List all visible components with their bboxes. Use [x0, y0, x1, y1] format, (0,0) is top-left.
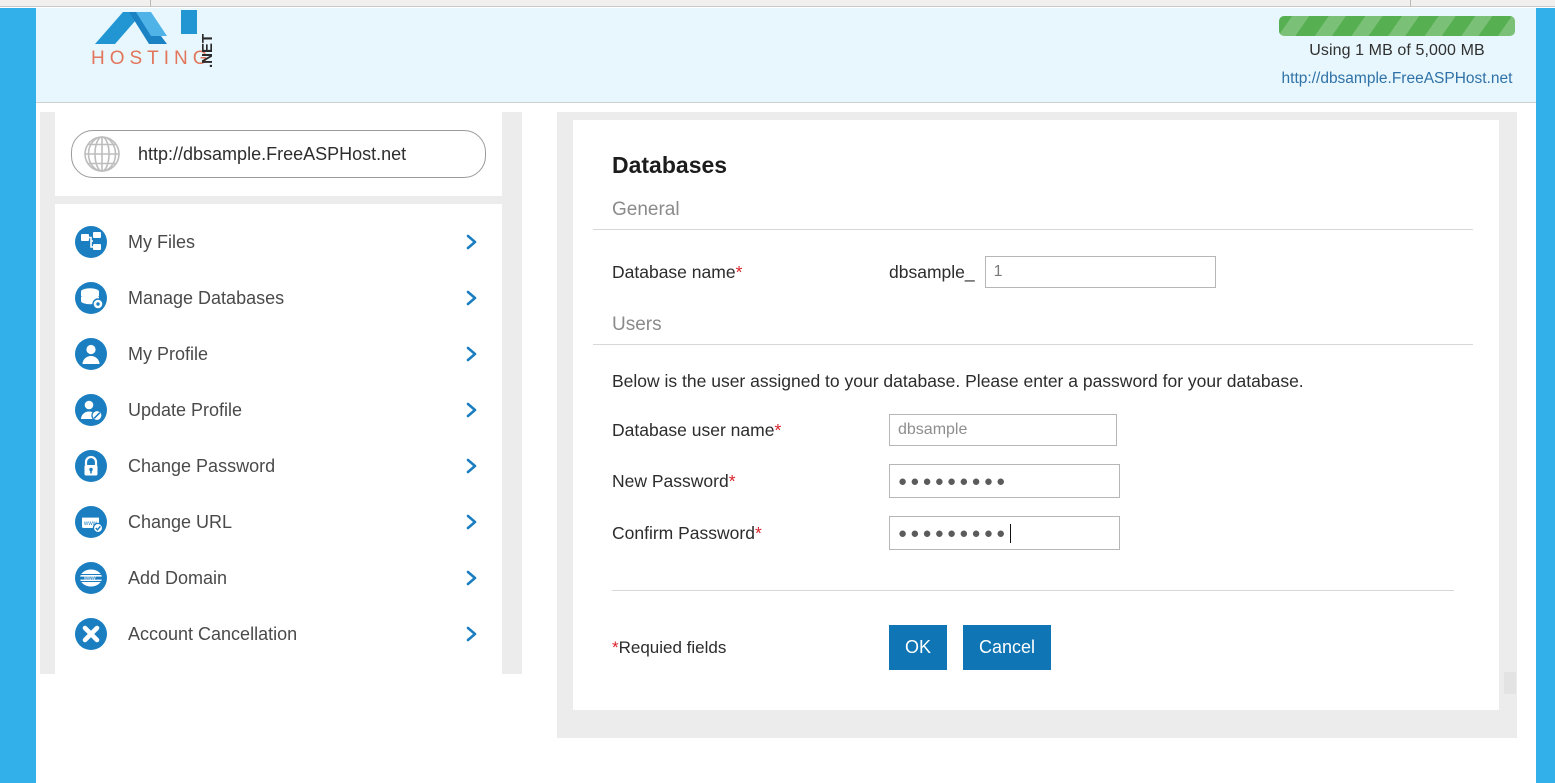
user-edit-icon — [71, 390, 111, 430]
page-root: HOSTING .NET Using 1 MB of 5,000 MB http… — [0, 8, 1555, 783]
sidebar-item-label: Update Profile — [128, 399, 243, 420]
sidebar-item-my-profile[interactable]: My Profile — [55, 326, 502, 382]
lock-icon — [71, 446, 111, 486]
globe-icon — [76, 132, 128, 176]
sidebar-item-label: Change Password — [128, 455, 276, 476]
text-cursor — [1010, 523, 1012, 543]
databases-card: Databases General Database name* dbsampl… — [573, 120, 1499, 710]
row-database-name: Database name* dbsample_ — [593, 256, 1473, 288]
sidebar: http://dbsample.FreeASPHost.net My Files… — [40, 112, 522, 674]
storage-usage: Using 1 MB of 5,000 MB http://dbsample.F… — [1276, 16, 1518, 88]
chevron-right-icon — [464, 344, 480, 364]
site-url-box[interactable]: http://dbsample.FreeASPHost.net — [71, 130, 486, 178]
right-accent-bar — [1536, 8, 1555, 783]
label-database-name: Database name* — [612, 261, 743, 282]
browser-window-icon: www — [71, 502, 111, 542]
database-gear-icon — [71, 278, 111, 318]
site-url-value: http://dbsample.FreeASPHost.net — [138, 143, 407, 164]
sidebar-item-add-domain[interactable]: www Add Domain — [55, 550, 502, 606]
ok-button[interactable]: OK — [889, 625, 947, 670]
left-accent-bar — [0, 8, 36, 783]
sidebar-item-label: Add Domain — [128, 567, 228, 588]
required-marker: * — [774, 419, 782, 440]
users-help-text: Below is the user assigned to your datab… — [612, 371, 1304, 391]
new-password-masked-value: ●●●●●●●●● — [898, 472, 1009, 490]
user-icon — [71, 334, 111, 374]
sidebar-item-my-files[interactable]: My Files — [55, 214, 502, 270]
sidebar-item-label: Manage Databases — [128, 287, 285, 308]
confirm-password-masked-value: ●●●●●●●●● — [898, 524, 1009, 542]
label-database-user-name: Database user name* — [612, 419, 782, 440]
cancel-button[interactable]: Cancel — [963, 625, 1051, 670]
sidebar-menu: My Files Manage Databases My Profile Upd… — [55, 204, 502, 674]
chevron-right-icon — [464, 512, 480, 532]
form-actions: *Requied fields OK Cancel — [593, 625, 1473, 670]
www-globe-icon: www — [71, 558, 111, 598]
site-url-link[interactable]: http://dbsample.FreeASPHost.net — [1276, 70, 1518, 88]
page-title: Databases — [612, 152, 728, 178]
chrome-tick — [1410, 0, 1411, 7]
section-heading-general: General — [593, 199, 1473, 230]
row-new-password: New Password* ●●●●●●●●● — [593, 464, 1473, 498]
label-confirm-password: Confirm Password* — [612, 522, 762, 543]
close-x-icon — [71, 614, 111, 654]
sidebar-item-change-password[interactable]: Change Password — [55, 438, 502, 494]
required-marker: * — [735, 261, 743, 282]
sidebar-item-change-url[interactable]: www Change URL — [55, 494, 502, 550]
page-body: http://dbsample.FreeASPHost.net My Files… — [36, 104, 1536, 783]
svg-text:www: www — [83, 576, 96, 582]
database-name-prefix: dbsample_ — [889, 261, 975, 282]
sidebar-url-card: http://dbsample.FreeASPHost.net — [55, 112, 502, 196]
sidebar-item-label: Change URL — [128, 511, 233, 532]
main-panel: Databases General Database name* dbsampl… — [557, 112, 1517, 738]
chevron-right-icon — [464, 568, 480, 588]
row-database-user-name: Database user name* — [593, 414, 1473, 446]
svg-text:HOSTING: HOSTING — [91, 48, 213, 69]
new-password-input[interactable]: ●●●●●●●●● — [889, 464, 1120, 498]
sidebar-item-label: My Files — [128, 231, 195, 252]
sidebar-item-label: Account Cancellation — [128, 623, 298, 644]
sidebar-item-manage-databases[interactable]: Manage Databases — [55, 270, 502, 326]
chevron-right-icon — [464, 456, 480, 476]
chevron-right-icon — [464, 288, 480, 308]
form-divider — [612, 590, 1454, 591]
storage-usage-text: Using 1 MB of 5,000 MB — [1309, 42, 1485, 59]
chevron-right-icon — [464, 400, 480, 420]
database-name-input[interactable] — [984, 256, 1216, 288]
sidebar-item-account-cancellation[interactable]: Account Cancellation — [55, 606, 502, 662]
label-new-password: New Password* — [612, 470, 736, 491]
site-header: HOSTING .NET Using 1 MB of 5,000 MB http… — [36, 8, 1536, 103]
section-heading-users: Users — [593, 314, 1473, 345]
database-user-name-input[interactable] — [889, 414, 1117, 446]
site-logo[interactable]: HOSTING .NET — [81, 0, 281, 78]
files-tree-icon — [71, 222, 111, 262]
sidebar-item-label: My Profile — [128, 343, 209, 364]
svg-text:.NET: .NET — [199, 34, 216, 68]
storage-progress-bar — [1279, 16, 1515, 36]
scrollbar-thumb[interactable] — [1504, 672, 1516, 694]
row-confirm-password: Confirm Password* ●●●●●●●●● — [593, 516, 1473, 550]
chevron-right-icon — [464, 232, 480, 252]
required-marker: * — [754, 522, 762, 543]
chevron-right-icon — [464, 624, 480, 644]
confirm-password-input[interactable]: ●●●●●●●●● — [889, 516, 1120, 550]
required-marker: * — [728, 470, 736, 491]
required-fields-note: *Requied fields — [612, 637, 727, 657]
sidebar-item-update-profile[interactable]: Update Profile — [55, 382, 502, 438]
